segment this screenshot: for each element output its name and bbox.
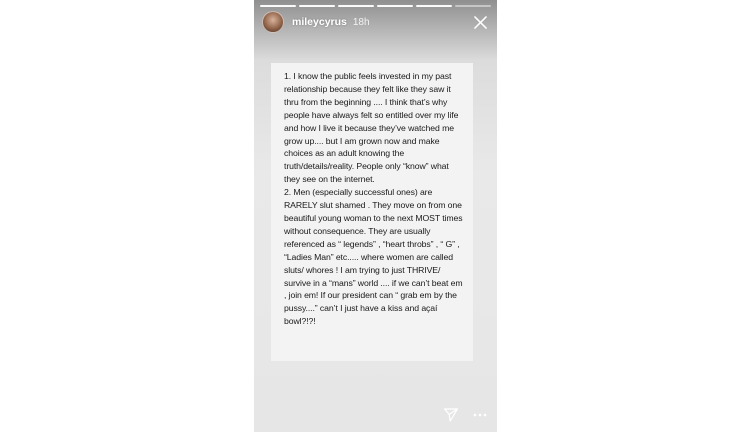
username[interactable]: mileycyrus	[292, 16, 347, 28]
close-icon	[473, 15, 487, 29]
progress-segment	[260, 5, 296, 7]
story-progress-bar	[260, 5, 491, 7]
story-footer	[443, 407, 487, 423]
progress-segment	[299, 5, 335, 7]
more-options-button[interactable]	[473, 413, 487, 417]
story-viewer[interactable]: mileycyrus 18h 1. I know the public feel…	[254, 0, 497, 432]
more-options-icon	[473, 413, 487, 417]
progress-segment	[338, 5, 374, 7]
send-icon	[443, 408, 459, 422]
post-time: 18h	[352, 16, 370, 28]
story-header: mileycyrus 18h	[262, 10, 491, 34]
avatar[interactable]	[262, 11, 284, 33]
progress-segment	[377, 5, 413, 7]
story-text: 1. I know the public feels invested in m…	[284, 71, 463, 327]
send-button[interactable]	[443, 407, 459, 423]
progress-segment	[416, 5, 452, 7]
close-button[interactable]	[469, 11, 491, 33]
progress-segment	[455, 5, 491, 7]
